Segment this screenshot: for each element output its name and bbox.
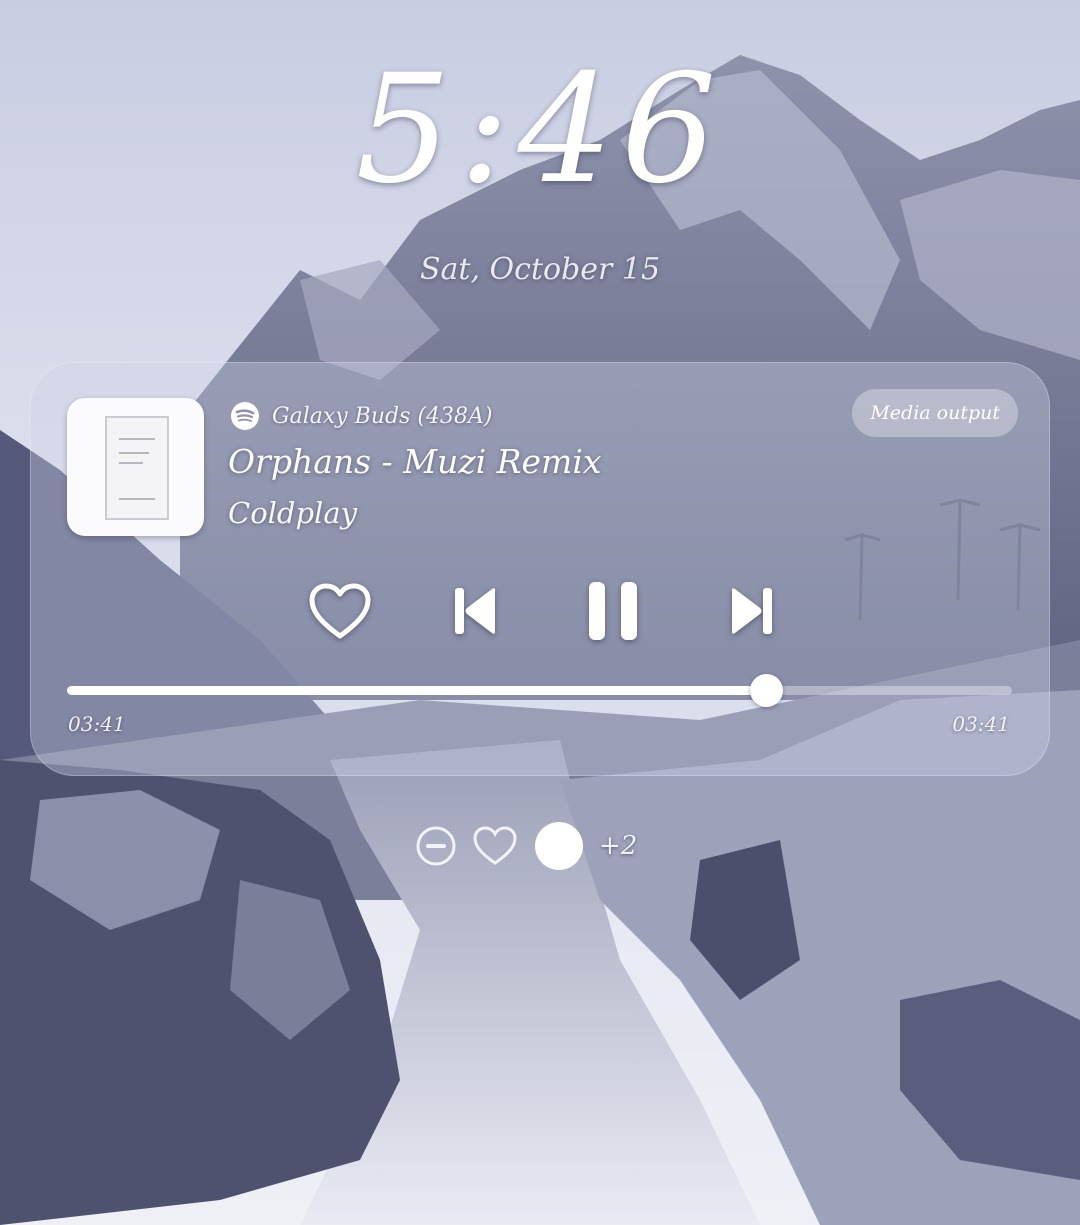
notification-icons[interactable]: +2	[415, 822, 637, 870]
lockscreen-clock: 5:46	[355, 43, 725, 217]
lockscreen-date: Sat, October 15	[419, 252, 661, 287]
media-player-card[interactable]: Galaxy Buds (438A) Media output Orphans …	[30, 362, 1050, 776]
like-button[interactable]	[305, 576, 375, 646]
pause-icon	[589, 582, 637, 640]
skip-previous-icon	[455, 588, 495, 634]
media-output-button[interactable]: Media output	[852, 389, 1018, 437]
album-art-cover	[105, 416, 169, 520]
heart-icon	[473, 826, 517, 865]
output-device-row: Galaxy Buds (438A)	[230, 400, 492, 432]
seek-bar-progress	[67, 686, 767, 695]
minus-circle-icon	[416, 826, 456, 866]
more-notifications-count: +2	[599, 831, 638, 861]
total-duration: 03:41	[952, 712, 1010, 736]
seek-bar-thumb[interactable]	[750, 674, 784, 707]
dot-icon	[535, 822, 583, 870]
next-track-button[interactable]	[716, 576, 786, 646]
skip-next-icon	[732, 588, 772, 634]
elapsed-time: 03:41	[68, 712, 126, 736]
previous-track-button[interactable]	[441, 576, 511, 646]
spotify-icon	[231, 402, 259, 430]
album-art[interactable]	[67, 398, 204, 536]
seek-bar[interactable]	[67, 674, 1012, 707]
track-artist: Coldplay	[228, 496, 357, 530]
heart-icon	[309, 583, 371, 639]
track-title: Orphans - Muzi Remix	[228, 442, 602, 481]
output-device-name: Galaxy Buds (438A)	[272, 403, 493, 429]
pause-button[interactable]	[578, 576, 648, 646]
